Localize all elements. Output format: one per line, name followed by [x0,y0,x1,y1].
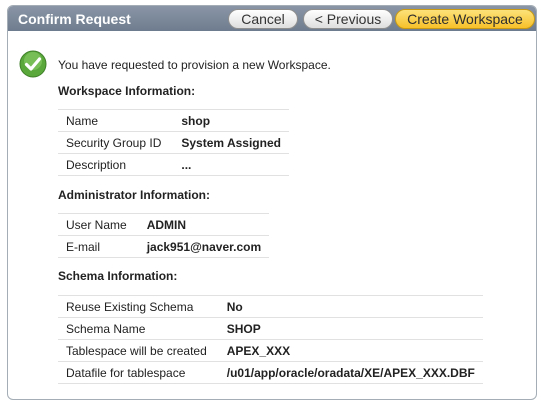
row-value: APEX_XXX [214,339,483,362]
row-label: Description [58,153,170,176]
row-label: Reuse Existing Schema [58,295,215,318]
row-label: Security Group ID [58,131,170,154]
table-row: Datafile for tablespace /u01/app/oracle/… [58,361,483,384]
table-row: Name shop [58,109,289,132]
workspace-info-title: Workspace Information: [58,84,196,98]
administrator-info-title: Administrator Information: [58,188,210,202]
success-check-icon [19,50,47,83]
table-row: Security Group ID System Assigned [58,131,289,154]
row-value: /u01/app/oracle/oradata/XE/APEX_XXX.DBF [214,361,483,384]
region-header: Confirm Request Cancel < Previous Create… [8,6,536,31]
schema-info-title: Schema Information: [58,269,178,283]
table-row: Tablespace will be created APEX_XXX [58,339,483,362]
row-value: shop [169,109,289,132]
row-value: ... [169,153,289,176]
row-label: Tablespace will be created [58,339,215,362]
table-row: Description ... [58,153,289,176]
row-label: E-mail [58,235,135,258]
table-row: E-mail jack951@naver.com [58,235,270,258]
table-row: Schema Name SHOP [58,317,483,340]
table-row: Reuse Existing Schema No [58,295,483,318]
previous-button[interactable]: < Previous [303,9,393,29]
row-value: No [214,295,483,318]
row-label: Name [58,109,170,132]
schema-info-table: Reuse Existing Schema No Schema Name SHO… [58,295,483,384]
create-workspace-button[interactable]: Create Workspace [395,9,535,29]
row-label: Schema Name [58,317,215,340]
row-value: System Assigned [169,131,289,154]
row-value: SHOP [214,317,483,340]
administrator-info-table: User Name ADMIN E-mail jack951@naver.com [58,213,270,258]
workspace-info-table: Name shop Security Group ID System Assig… [58,109,289,176]
row-value: ADMIN [134,213,270,236]
row-value: jack951@naver.com [134,235,270,258]
row-label: Datafile for tablespace [58,361,215,384]
intro-text: You have requested to provision a new Wo… [58,58,331,72]
cancel-button[interactable]: Cancel [228,9,298,29]
confirm-request-region: Confirm Request Cancel < Previous Create… [7,5,537,400]
region-title: Confirm Request [18,11,131,27]
row-label: User Name [58,213,135,236]
table-row: User Name ADMIN [58,213,270,236]
